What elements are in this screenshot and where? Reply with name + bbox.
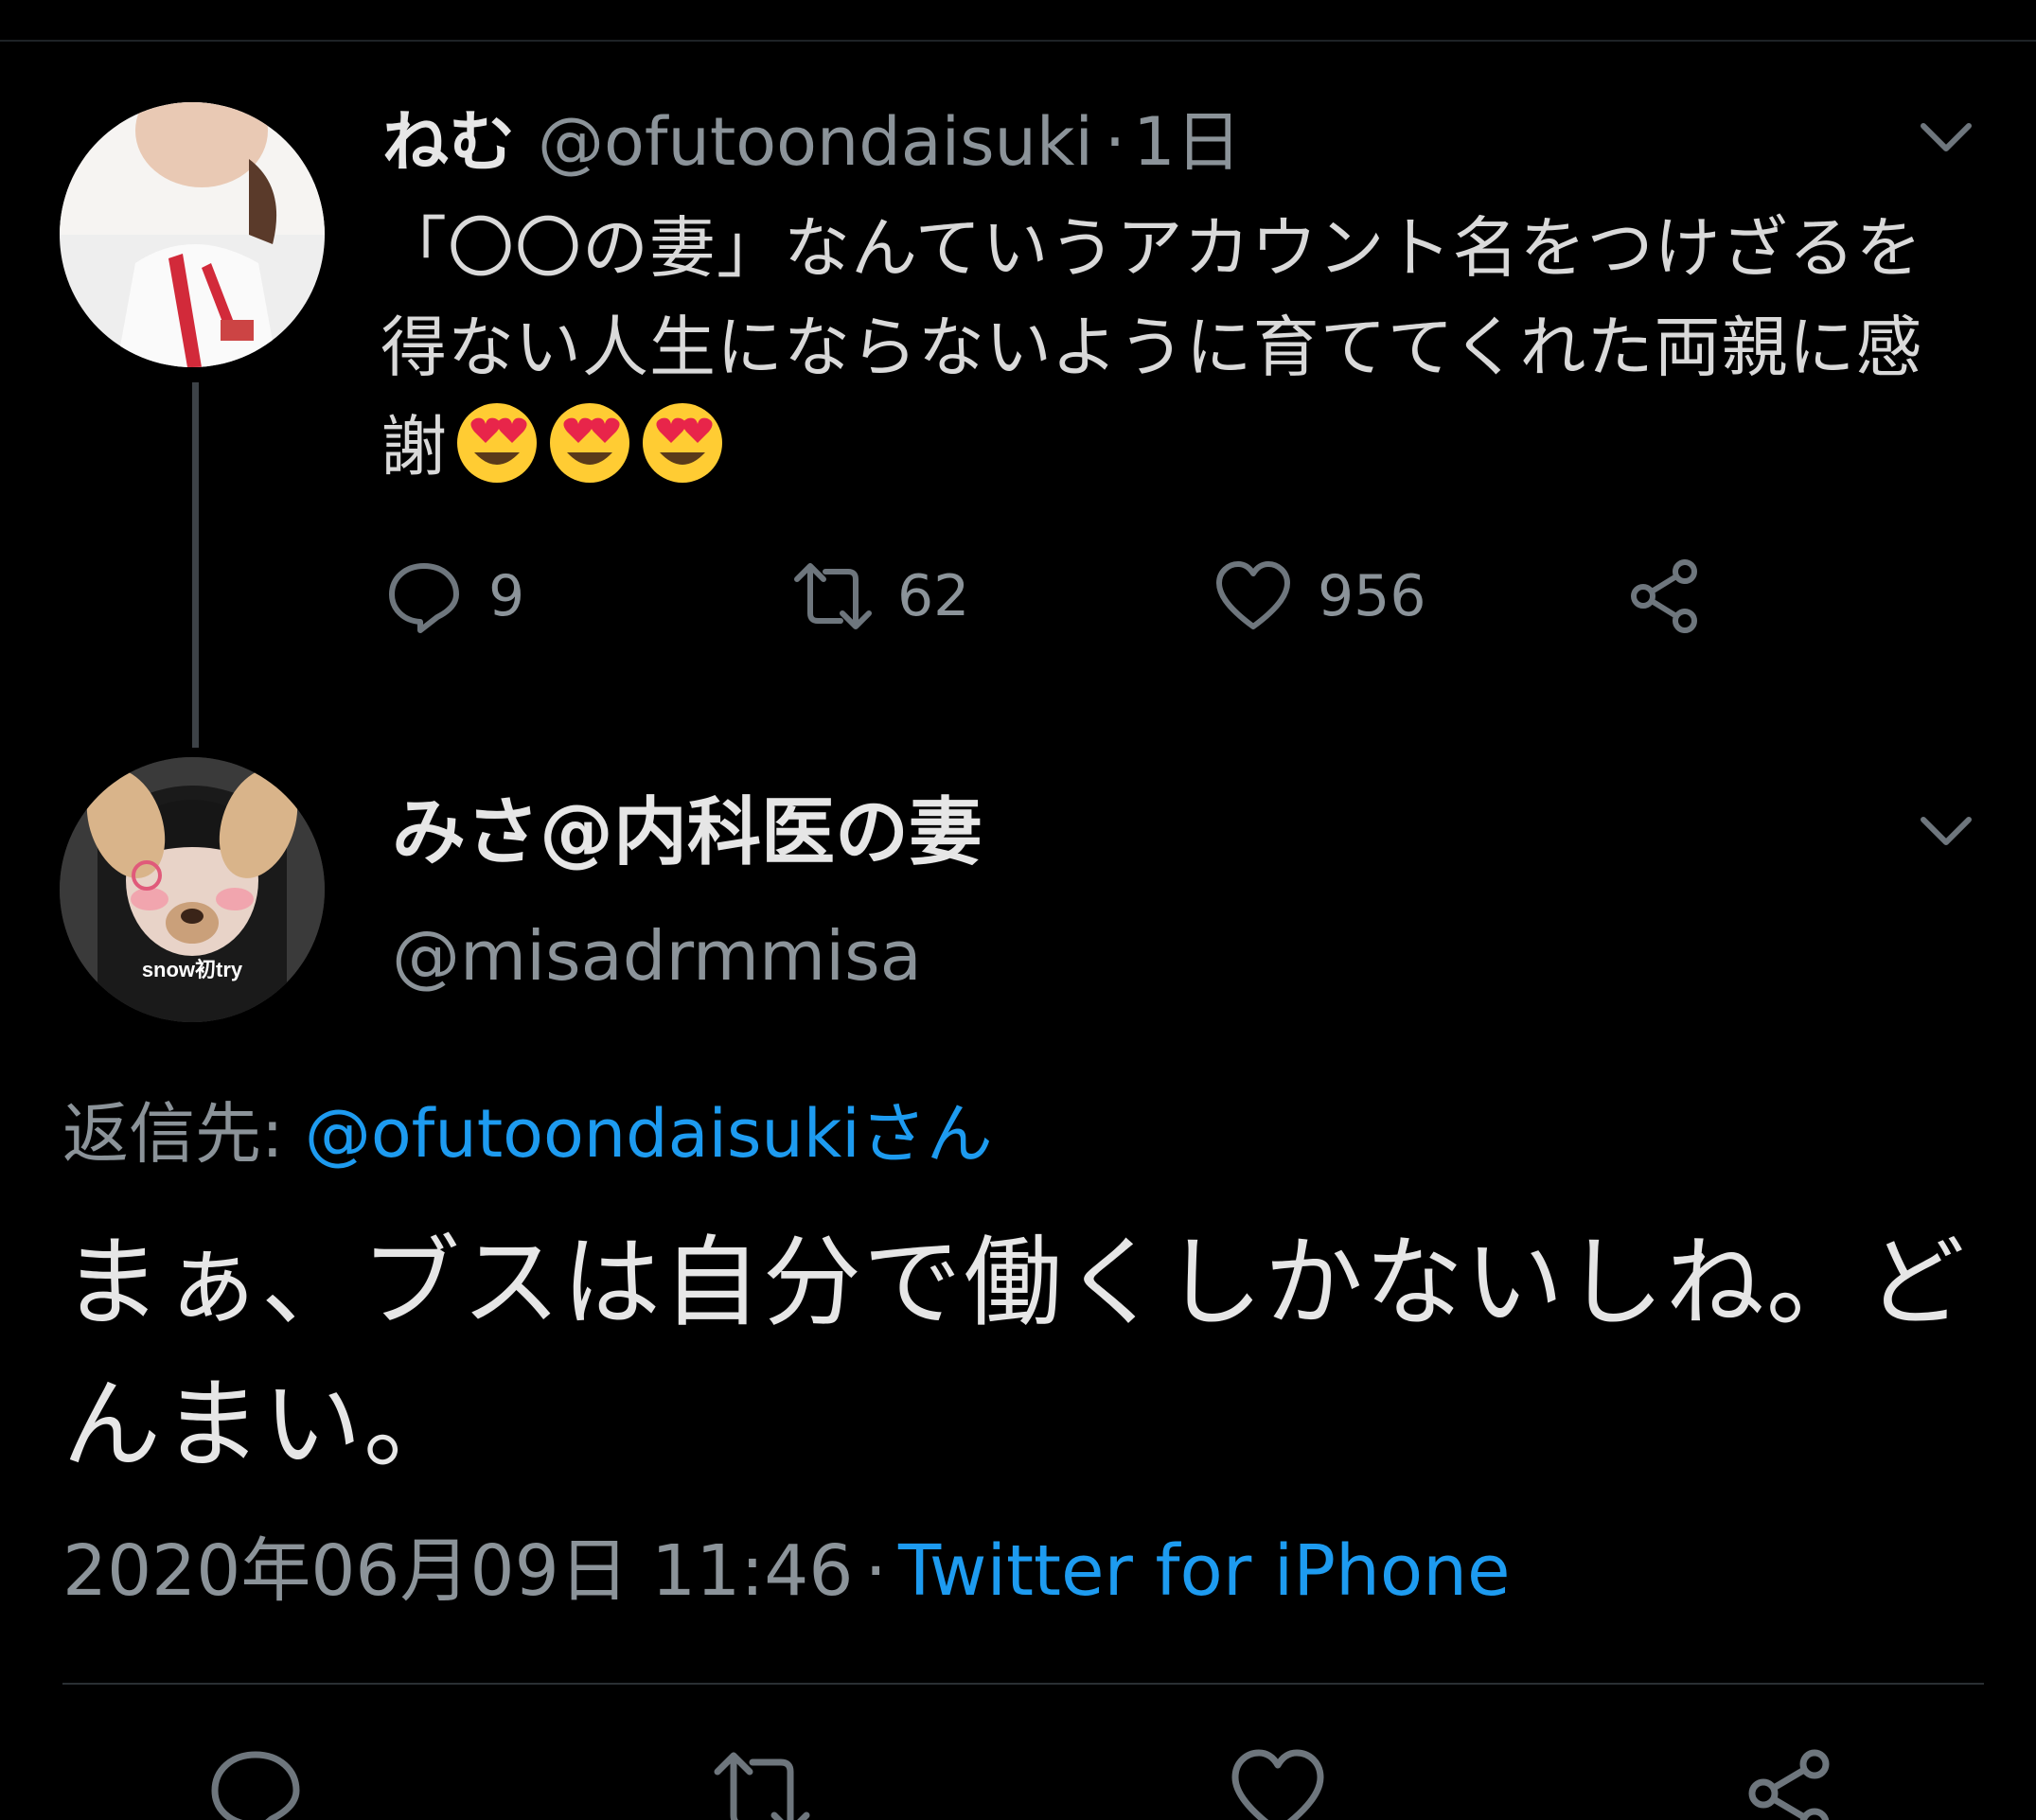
retweet-button-bottom[interactable] xyxy=(710,1741,814,1820)
retweet-count: 62 xyxy=(897,563,970,629)
avatar-misa[interactable]: snow初try xyxy=(60,757,325,1022)
retweet-icon xyxy=(794,563,872,629)
reply-to-line: 返信先: @ofutoondaisukiさん xyxy=(62,1087,993,1181)
tweet2-meta: 2020年06月09日 11:46 · Twitter for iPhone xyxy=(62,1524,1511,1618)
heart-icon xyxy=(1231,1749,1324,1820)
avatar-nemu[interactable] xyxy=(60,102,325,367)
tweet2-actions xyxy=(0,1741,2036,1820)
tweet2-timestamp[interactable]: 2020年06月09日 11:46 xyxy=(62,1530,853,1612)
heart-eyes-emoji xyxy=(453,399,540,486)
reply-icon xyxy=(211,1751,300,1820)
thread-connector xyxy=(192,382,199,748)
tweet1-handle[interactable]: @ofutoondaisuki xyxy=(538,103,1093,181)
like-button[interactable]: 956 xyxy=(1212,549,1426,644)
retweet-icon xyxy=(714,1752,810,1820)
reply-button[interactable]: 9 xyxy=(382,549,524,644)
reply-icon xyxy=(389,563,459,633)
share-icon xyxy=(1631,559,1697,633)
share-button-bottom[interactable] xyxy=(1737,1741,1841,1820)
reply-button-bottom[interactable] xyxy=(204,1741,308,1820)
heart-eyes-emoji xyxy=(546,399,633,486)
tweet2-meta-separator: · xyxy=(864,1530,887,1612)
share-icon xyxy=(1748,1749,1830,1820)
tweet2-text: まぁ、ブスは自分で働くしかないしね。どんまい。 xyxy=(62,1225,1967,1482)
tweet1-actions: 9 62 956 xyxy=(382,549,1802,644)
heart-eyes-emoji xyxy=(639,399,726,486)
heart-icon xyxy=(1216,561,1290,629)
avatar-caption: snow初try xyxy=(142,958,243,981)
tweet1-body: 「〇〇の妻」なんていうアカウント名をつけざるを得ない人生にならないように育ててく… xyxy=(381,199,1990,497)
reply-to-prefix: 返信先: xyxy=(62,1095,284,1173)
tweet1-header: ねむ @ofutoondaisuki · 1日 xyxy=(382,95,1242,189)
tweet2-menu-chevron-icon[interactable] xyxy=(1918,812,1974,850)
retweet-button[interactable]: 62 xyxy=(791,549,969,644)
top-divider xyxy=(0,40,2036,42)
tweet1-separator: · xyxy=(1104,103,1126,181)
tweet2-display-name[interactable]: みさ@内科医の妻 xyxy=(392,786,983,880)
like-count: 956 xyxy=(1318,563,1426,629)
bottom-divider xyxy=(62,1683,1984,1685)
reply-to-link[interactable]: @ofutoondaisukiさん xyxy=(305,1095,993,1173)
share-button[interactable] xyxy=(1622,549,1706,644)
reply-count: 9 xyxy=(488,563,525,629)
like-button-bottom[interactable] xyxy=(1226,1741,1330,1820)
tweet1-time[interactable]: 1日 xyxy=(1133,103,1242,181)
tweet1-display-name[interactable]: ねむ xyxy=(382,103,515,181)
tweet1-menu-chevron-icon[interactable] xyxy=(1918,118,1974,156)
tweet2-handle[interactable]: @misadrmmisa xyxy=(392,909,922,1003)
tweet2-client-link[interactable]: Twitter for iPhone xyxy=(898,1530,1511,1612)
